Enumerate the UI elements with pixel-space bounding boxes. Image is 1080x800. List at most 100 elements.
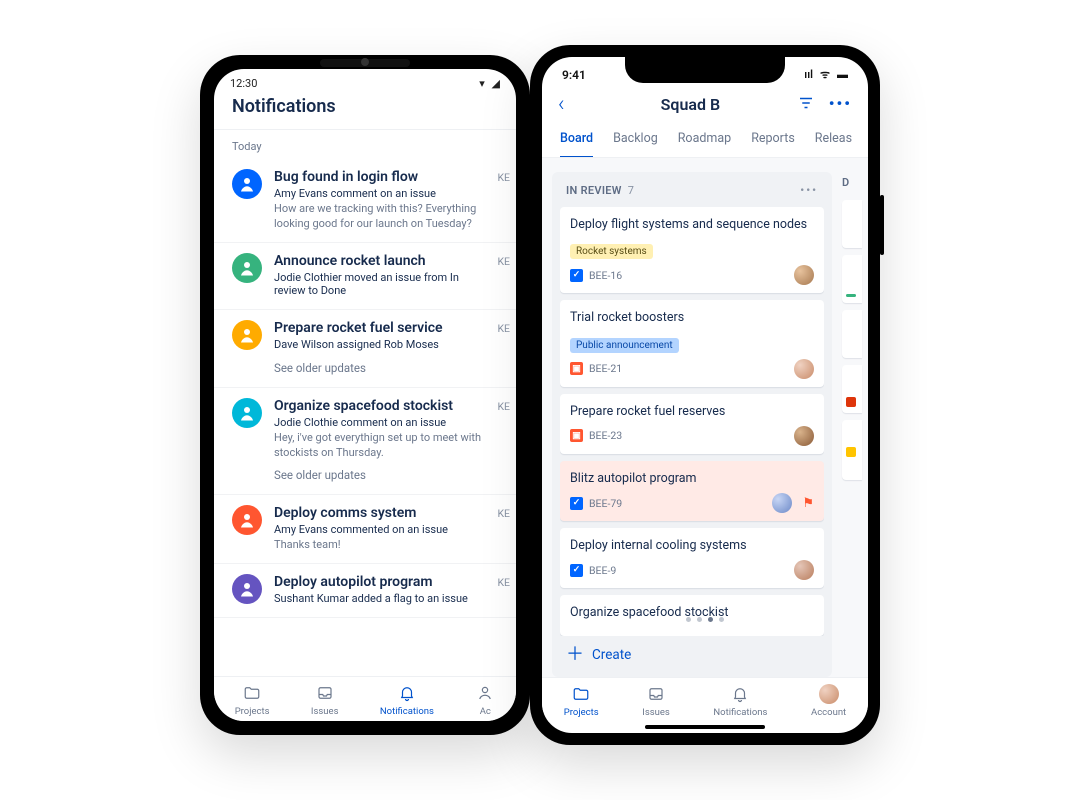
page-title: Notifications — [214, 92, 516, 130]
card-key: BEE-16 — [589, 269, 622, 282]
notification-avatar — [232, 574, 262, 604]
board-column-in-review: IN REVIEW 7 ••• Deploy flight systems an… — [552, 172, 832, 677]
board-card[interactable]: Deploy flight systems and sequence nodes… — [560, 207, 824, 293]
bug-icon: ▣ — [570, 362, 583, 375]
tab-backlog[interactable]: Backlog — [613, 125, 658, 157]
nav-account[interactable]: Account — [811, 684, 846, 718]
board-card[interactable]: Trial rocket boostersPublic announcement… — [560, 300, 824, 386]
board-card[interactable]: Blitz autopilot program ✓ BEE-79 ⚑ — [560, 461, 824, 521]
filter-icon[interactable] — [797, 94, 815, 116]
tab-roadmap[interactable]: Roadmap — [678, 125, 731, 157]
notification-title: Deploy comms system — [274, 505, 485, 521]
notification-key: KE — [497, 169, 510, 184]
notification-avatar — [232, 398, 262, 428]
card-title: Deploy flight systems and sequence nodes — [570, 217, 814, 233]
notification-subtitle: Amy Evans commented on an issue — [274, 523, 485, 536]
column-count: 7 — [628, 184, 634, 197]
column-menu-icon[interactable]: ••• — [800, 184, 818, 197]
notification-title: Announce rocket launch — [274, 253, 485, 269]
page-indicator — [686, 617, 724, 622]
notification-title: Organize spacefood stockist — [274, 398, 485, 414]
notification-item[interactable]: Organize spacefood stockist Jodie Clothi… — [214, 388, 516, 496]
signal-icon: ◢ — [492, 77, 500, 90]
more-icon[interactable]: ••• — [829, 94, 852, 116]
board-card[interactable]: Prepare rocket fuel reserves ▣ BEE-23 — [560, 394, 824, 454]
notification-avatar — [232, 169, 262, 199]
card-list: Deploy flight systems and sequence nodes… — [560, 207, 824, 636]
card-key: BEE-79 — [589, 497, 622, 510]
ios-bottom-nav: Projects Issues Notifications Account — [542, 677, 868, 722]
back-button[interactable]: ‹ — [558, 92, 584, 117]
bell-icon — [730, 684, 750, 704]
notification-key: KE — [497, 398, 510, 413]
assignee-avatar — [794, 359, 814, 379]
board-tabs: Board Backlog Roadmap Reports Releas — [542, 125, 868, 158]
wifi-icon: ▾ — [479, 77, 485, 90]
notification-snippet: How are we tracking with this? Everythin… — [274, 202, 485, 232]
bell-icon — [397, 683, 417, 703]
tab-reports[interactable]: Reports — [751, 125, 795, 157]
plus-icon: ＋ — [566, 646, 584, 664]
tray-icon — [315, 683, 335, 703]
board-card[interactable]: Organize spacefood stockist — [560, 595, 824, 635]
wifi-icon: ᯤ — [820, 68, 830, 81]
card-label: Rocket systems — [570, 244, 653, 259]
board-card[interactable]: Deploy internal cooling systems ✓ BEE-9 — [560, 528, 824, 588]
nav-projects[interactable]: Projects — [235, 683, 270, 717]
notification-item[interactable]: Deploy autopilot program Sushant Kumar a… — [214, 564, 516, 618]
card-key: BEE-9 — [589, 564, 616, 577]
notification-snippet: Hey, i've got everythign set up to meet … — [274, 431, 485, 461]
section-label-today: Today — [214, 130, 516, 159]
column-name: IN REVIEW — [566, 184, 622, 197]
task-icon: ✓ — [570, 564, 583, 577]
board-title: Squad B — [661, 95, 720, 114]
nav-notifications[interactable]: Notifications — [713, 684, 767, 718]
assignee-avatar — [794, 560, 814, 580]
nav-issues[interactable]: Issues — [311, 683, 339, 717]
assignee-avatar — [794, 265, 814, 285]
notification-subtitle: Jodie Clothier moved an issue from In re… — [274, 271, 485, 297]
folder-icon — [571, 684, 591, 704]
nav-issues[interactable]: Issues — [642, 684, 670, 718]
card-title: Prepare rocket fuel reserves — [570, 404, 814, 420]
android-phone-frame: 12:30 ▾ ◢ Notifications Today Bug found … — [200, 55, 530, 735]
notification-subtitle: Sushant Kumar added a flag to an issue — [274, 592, 485, 605]
nav-projects[interactable]: Projects — [564, 684, 599, 718]
notification-avatar — [232, 253, 262, 283]
notification-item[interactable]: Prepare rocket fuel service Dave Wilson … — [214, 310, 516, 388]
notification-subtitle: Jodie Clothie comment on an issue — [274, 416, 485, 429]
notification-title: Prepare rocket fuel service — [274, 320, 485, 336]
task-icon: ✓ — [570, 269, 583, 282]
card-title: Blitz autopilot program — [570, 471, 814, 487]
android-status-bar: 12:30 ▾ ◢ — [214, 69, 516, 92]
card-key: BEE-21 — [589, 362, 622, 375]
folder-icon — [242, 683, 262, 703]
see-older-link[interactable]: See older updates — [274, 353, 485, 377]
tab-board[interactable]: Board — [560, 125, 593, 158]
notification-subtitle: Amy Evans comment on an issue — [274, 187, 485, 200]
create-button[interactable]: ＋ Create — [560, 636, 824, 674]
next-column-peek: D — [842, 172, 862, 677]
notification-item[interactable]: Announce rocket launch Jodie Clothier mo… — [214, 243, 516, 310]
signal-icon: ııl — [804, 68, 813, 81]
notification-title: Bug found in login flow — [274, 169, 485, 185]
tab-releas[interactable]: Releas — [815, 125, 852, 157]
avatar-icon — [475, 683, 495, 703]
notification-key: KE — [497, 320, 510, 335]
notification-snippet: Thanks team! — [274, 538, 485, 553]
tray-icon — [646, 684, 666, 704]
notification-key: KE — [497, 253, 510, 268]
notification-item[interactable]: Bug found in login flow Amy Evans commen… — [214, 159, 516, 243]
android-clock: 12:30 — [230, 77, 257, 90]
home-indicator — [645, 725, 765, 729]
ios-phone-frame: 9:41 ııl ᯤ ▬ ‹ Squad B ••• BoardBacklogR… — [530, 45, 880, 745]
card-label: Public announcement — [570, 338, 679, 353]
nav-account[interactable]: Ac — [475, 683, 495, 717]
card-key: BEE-23 — [589, 429, 622, 442]
notification-list: Bug found in login flow Amy Evans commen… — [214, 159, 516, 618]
notification-avatar — [232, 320, 262, 350]
nav-notifications[interactable]: Notifications — [380, 683, 434, 717]
see-older-link[interactable]: See older updates — [274, 460, 485, 484]
android-status-icons: ▾ ◢ — [475, 77, 500, 90]
notification-item[interactable]: Deploy comms system Amy Evans commented … — [214, 495, 516, 564]
